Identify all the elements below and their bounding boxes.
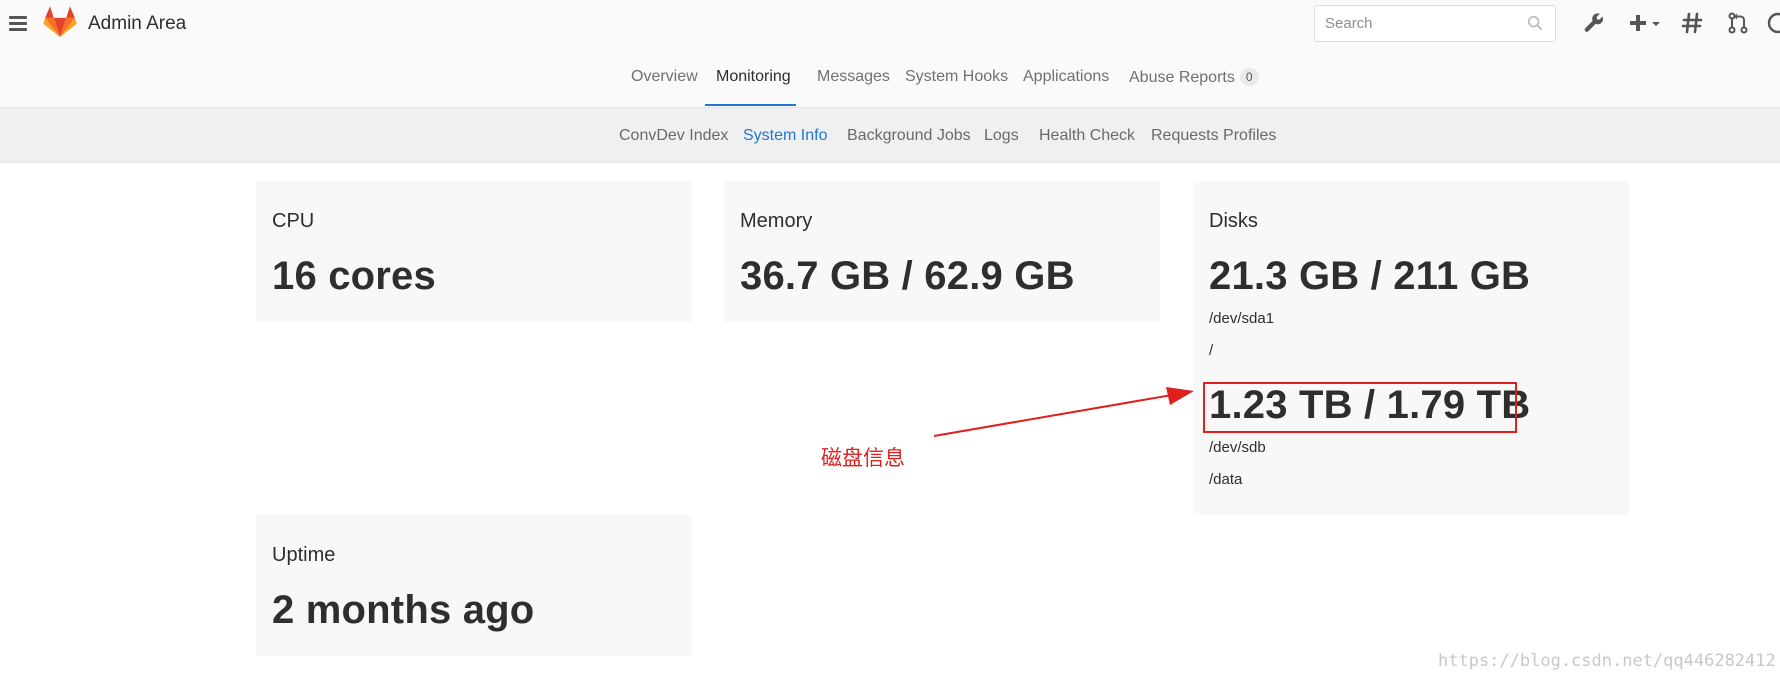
menu-icon[interactable] <box>9 16 27 32</box>
search-icon[interactable] <box>1527 15 1545 33</box>
disk-mount: /data <box>1209 471 1243 488</box>
cpu-card: CPU 16 cores <box>256 181 692 322</box>
cpu-value: 16 cores <box>272 254 436 298</box>
subtab-background-jobs[interactable]: Background Jobs <box>847 127 971 145</box>
annotation-highlight-box <box>1203 382 1517 433</box>
disk-usage: 21.3 GB / 211 GB <box>1209 254 1531 298</box>
memory-value: 36.7 GB / 62.9 GB <box>740 254 1075 298</box>
annotation-label: 磁盘信息 <box>821 447 905 470</box>
subtab-logs[interactable]: Logs <box>984 127 1019 145</box>
active-tab-indicator <box>705 104 796 106</box>
disks-title: Disks <box>1209 210 1258 232</box>
abuse-reports-count-badge: 0 <box>1239 68 1259 86</box>
subtab-health-check[interactable]: Health Check <box>1039 127 1135 145</box>
hash-icon[interactable] <box>1680 11 1704 35</box>
search-input[interactable] <box>1315 6 1515 41</box>
help-icon[interactable] <box>1766 11 1780 35</box>
subtab-convdev-index[interactable]: ConvDev Index <box>619 127 728 145</box>
tab-system-hooks[interactable]: System Hooks <box>905 68 1008 86</box>
disks-card: Disks 21.3 GB / 211 GB /dev/sda1 / 1.23 … <box>1193 181 1629 515</box>
uptime-card: Uptime 2 months ago <box>256 515 692 656</box>
disk-device: /dev/sdb <box>1209 439 1266 456</box>
merge-request-icon[interactable] <box>1726 11 1750 35</box>
secondary-nav: ConvDev Index System Info Background Job… <box>0 108 1780 163</box>
chevron-down-icon[interactable] <box>1650 11 1662 35</box>
wrench-icon[interactable] <box>1582 11 1606 35</box>
disk-mount: / <box>1209 342 1214 359</box>
memory-card: Memory 36.7 GB / 62.9 GB <box>724 181 1160 322</box>
search-box[interactable] <box>1314 5 1556 42</box>
tab-applications[interactable]: Applications <box>1023 68 1109 86</box>
tab-abuse-reports-label: Abuse Reports <box>1129 69 1235 86</box>
uptime-title: Uptime <box>272 544 336 566</box>
app-title[interactable]: Admin Area <box>88 13 186 35</box>
tab-overview[interactable]: Overview <box>631 68 698 86</box>
tab-abuse-reports[interactable]: Abuse Reports 0 <box>1129 68 1259 87</box>
cpu-title: CPU <box>272 210 315 232</box>
tab-monitoring[interactable]: Monitoring <box>716 68 791 86</box>
disk-device: /dev/sda1 <box>1209 310 1275 327</box>
subtab-system-info[interactable]: System Info <box>743 127 827 145</box>
gitlab-logo[interactable] <box>43 6 77 38</box>
uptime-value: 2 months ago <box>272 588 535 632</box>
watermark: https://blog.csdn.net/qq446282412 <box>1438 651 1776 671</box>
annotation-arrow <box>933 387 1194 437</box>
memory-title: Memory <box>740 210 813 232</box>
plus-icon[interactable] <box>1626 11 1650 35</box>
primary-nav: Overview Monitoring Messages System Hook… <box>0 48 1780 108</box>
top-header: Admin Area <box>0 0 1780 48</box>
tab-messages[interactable]: Messages <box>817 68 890 86</box>
subtab-requests-profiles[interactable]: Requests Profiles <box>1151 127 1276 145</box>
